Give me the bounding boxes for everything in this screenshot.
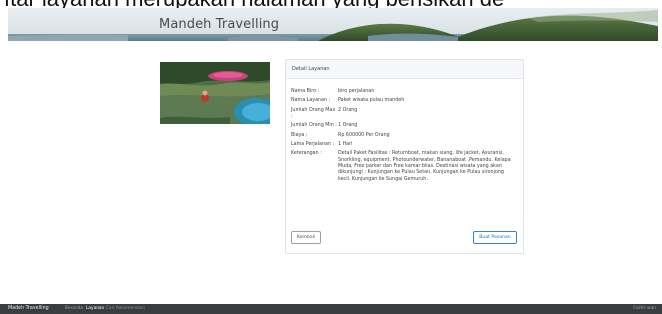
detail-row-min: Jumlah Orang Min : 1 Orang	[291, 123, 519, 129]
create-order-button[interactable]: Buat Pesanan	[473, 231, 517, 244]
detail-label: Nama Biro :	[291, 89, 320, 94]
back-button[interactable]: Kembali	[291, 231, 321, 244]
footer-brand[interactable]: Madeh Travelling	[8, 304, 49, 314]
detail-label: Jumlah Orang Max :	[291, 107, 336, 119]
detail-label: Keterangan :	[291, 151, 322, 157]
detail-row-max: Jumlah Orang Max : 2 Orang	[291, 108, 519, 121]
detail-row-layanan: Nama Layanan : Paket wisata pulau mandeh	[291, 98, 519, 104]
nav-layanan[interactable]: Layanan	[86, 304, 104, 314]
detail-label: Jumlah Orang Min :	[291, 123, 337, 129]
detail-value: 1 Orang	[338, 123, 358, 129]
footer-user[interactable]: Fadhli.wan	[633, 304, 656, 314]
detail-value: Rp 600000 Per Orang	[338, 132, 390, 138]
detail-value: Paket wisata pulau mandeh	[338, 98, 405, 104]
header-banner: Mandeh Travelling	[8, 8, 658, 41]
footer-navbar: Madeh Travelling Beranda Layanan Cari Re…	[0, 304, 662, 314]
detail-row-keterangan: Keterangan : Detail Paket Fasilitas : Re…	[291, 151, 519, 183]
detail-value: biro perjalanan	[338, 89, 375, 94]
nav-cari-rekomendasi[interactable]: Cari Rekomendasi	[106, 304, 145, 314]
mountain-landscape-image	[8, 10, 658, 41]
detail-label: Nama Layanan :	[291, 98, 331, 104]
nav-beranda[interactable]: Beranda	[65, 304, 83, 314]
detail-row-biro: Nama Biro : biro perjalanan	[291, 89, 519, 95]
detail-value: 2 Orang	[338, 107, 358, 113]
site-title: Mandeh Travelling	[159, 17, 280, 32]
card-title: Detail Layanan	[286, 60, 523, 79]
detail-label: Lama Perjalanan :	[291, 141, 335, 147]
detail-value: 1 Hari	[338, 141, 353, 147]
tour-photo	[160, 62, 270, 124]
top-caption: ftar layanan merupakan halaman yang beri…	[0, 0, 662, 8]
detail-label: Biaya :	[291, 132, 308, 138]
detail-row-lama: Lama Perjalanan : 1 Hari	[291, 142, 519, 148]
detail-value: Detail Paket Fasilitas : Returnboat, mak…	[338, 151, 511, 182]
service-detail-card: Detail Layanan Nama Biro : biro perjalan…	[285, 59, 524, 254]
detail-list: Nama Biro : biro perjalanan Nama Layanan…	[291, 89, 519, 186]
detail-row-biaya: Biaya : Rp 600000 Per Orang	[291, 133, 519, 139]
